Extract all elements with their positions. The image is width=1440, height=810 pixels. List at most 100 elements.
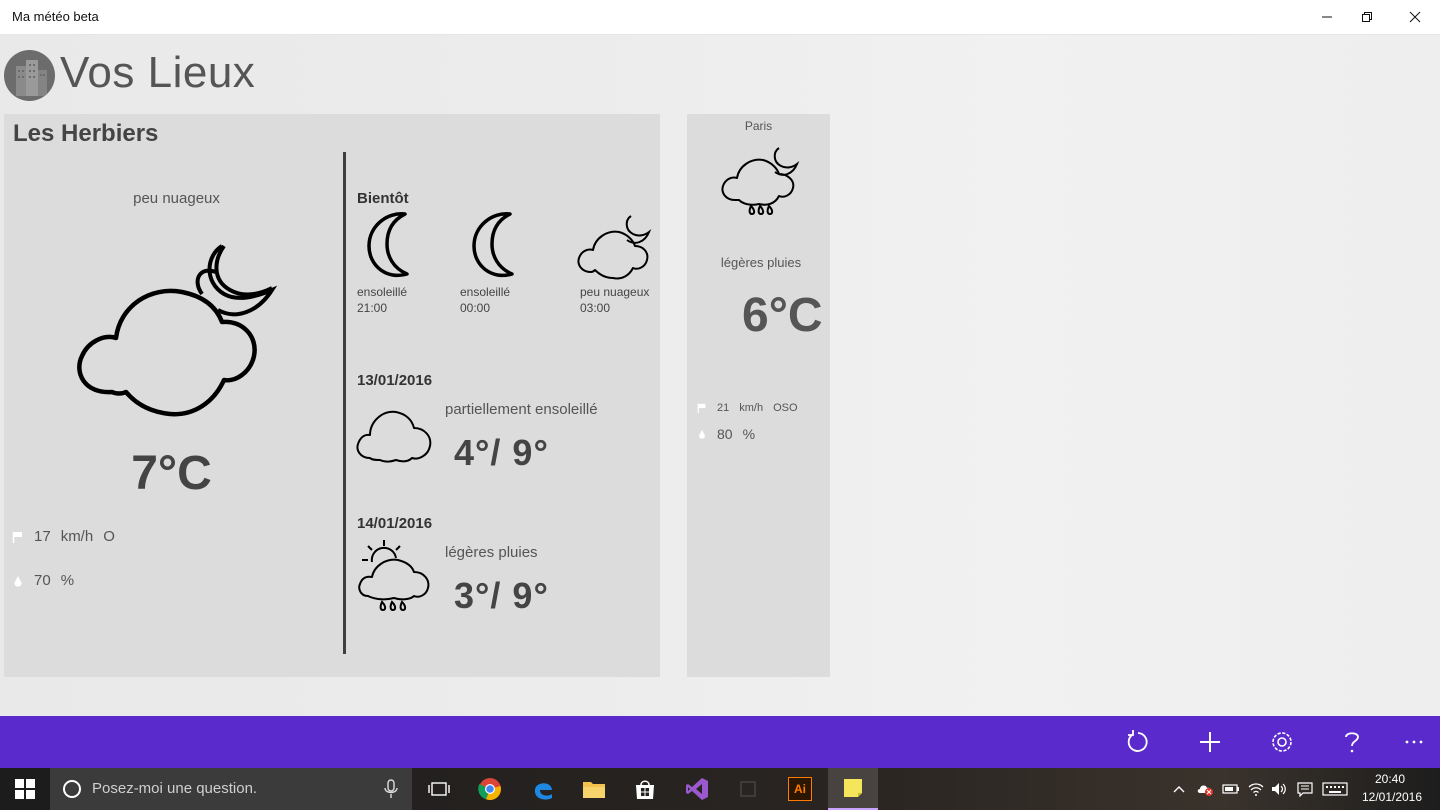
illustrator-icon: Ai bbox=[788, 777, 812, 801]
paris-description: légères pluies bbox=[720, 255, 802, 270]
file-explorer-button[interactable] bbox=[569, 768, 619, 810]
file-explorer-icon bbox=[583, 782, 605, 798]
store-icon bbox=[636, 780, 654, 799]
microphone-icon[interactable] bbox=[384, 779, 398, 799]
forecast-day-description: légères pluies bbox=[445, 544, 538, 561]
title-bar: Ma météo beta bbox=[0, 0, 1440, 35]
wind-unit: km/h bbox=[60, 528, 94, 545]
sticky-notes-icon bbox=[844, 779, 862, 797]
cloud-moon-icon bbox=[577, 215, 652, 280]
current-temperature: 7°C bbox=[131, 447, 212, 500]
window-title: Ma météo beta bbox=[12, 9, 99, 24]
add-icon bbox=[1200, 732, 1220, 752]
location-card-main[interactable]: Les Herbiers peu nuageux 7°C 17 km/h O 7… bbox=[4, 114, 660, 677]
moon-icon bbox=[472, 212, 514, 278]
humidity-unit: % bbox=[60, 572, 75, 589]
start-button[interactable] bbox=[0, 768, 50, 810]
clock-time[interactable]: 20:40 bbox=[1360, 772, 1420, 786]
forecast-description: ensoleillé bbox=[460, 285, 511, 299]
illustrator-button[interactable]: Ai bbox=[775, 768, 825, 810]
forecast-day-temps: 3°/ 9° bbox=[454, 575, 549, 616]
task-view-button[interactable] bbox=[414, 768, 464, 810]
location-card-paris[interactable]: Paris légères pluies 6°C 21 km/h OSO 80 … bbox=[687, 114, 830, 677]
app-bar bbox=[0, 716, 1440, 768]
wind-row: 17 km/h O bbox=[12, 528, 115, 545]
sun-cloud-rain-icon bbox=[358, 540, 430, 612]
battery-icon[interactable] bbox=[1222, 781, 1240, 797]
cloud-moon-rain-icon bbox=[721, 147, 800, 216]
keyboard-icon[interactable] bbox=[1322, 781, 1348, 797]
drop-icon bbox=[14, 575, 22, 586]
forecast-day-date: 14/01/2016 bbox=[357, 515, 433, 532]
wind-unit: km/h bbox=[739, 402, 764, 414]
cortana-search-box[interactable]: Posez-moi une question. bbox=[50, 768, 412, 810]
restore-icon bbox=[1362, 12, 1372, 22]
wind-speed: 21 bbox=[717, 402, 730, 414]
help-button[interactable] bbox=[1322, 716, 1382, 768]
humidity-row: 70 % bbox=[12, 572, 74, 589]
store-button[interactable] bbox=[620, 768, 670, 810]
windows-icon bbox=[15, 779, 35, 799]
cloud-icon bbox=[356, 410, 432, 463]
flag-icon bbox=[12, 531, 22, 543]
cloud-sync-icon[interactable] bbox=[1196, 781, 1214, 797]
visual-studio-icon bbox=[686, 778, 708, 800]
wind-direction: OSO bbox=[773, 402, 798, 414]
close-button[interactable] bbox=[1392, 0, 1438, 34]
flag-icon bbox=[697, 403, 706, 413]
clock-date[interactable]: 12/01/2016 bbox=[1360, 790, 1424, 804]
refresh-button[interactable] bbox=[1108, 716, 1168, 768]
moon-icon bbox=[367, 212, 409, 278]
edge-button[interactable] bbox=[518, 768, 568, 810]
chrome-button[interactable] bbox=[465, 768, 515, 810]
minimize-icon bbox=[1322, 16, 1332, 18]
forecast-description: peu nuageux bbox=[580, 285, 650, 299]
task-view-icon bbox=[428, 782, 450, 796]
taskbar: Posez-moi une question. Ai 20:40 12/01/2… bbox=[0, 768, 1440, 810]
cortana-icon bbox=[63, 780, 81, 798]
close-icon bbox=[1409, 11, 1421, 23]
soon-label: Bientôt bbox=[357, 190, 409, 207]
cloud-moon-icon bbox=[77, 244, 278, 417]
wind-speed: 17 bbox=[34, 528, 51, 545]
refresh-icon bbox=[1127, 730, 1148, 752]
restore-button[interactable] bbox=[1344, 0, 1390, 34]
app-button[interactable] bbox=[723, 768, 773, 810]
chrome-icon bbox=[478, 778, 501, 801]
wind-direction: O bbox=[103, 528, 115, 545]
sticky-notes-button[interactable] bbox=[828, 768, 878, 810]
edge-icon bbox=[534, 783, 552, 800]
drop-icon bbox=[699, 429, 705, 439]
chevron-up-icon[interactable] bbox=[1170, 781, 1188, 797]
volume-icon[interactable] bbox=[1270, 781, 1288, 797]
wifi-icon[interactable] bbox=[1247, 781, 1265, 797]
settings-icon bbox=[1272, 732, 1292, 752]
add-button[interactable] bbox=[1180, 716, 1240, 768]
places-logo-icon bbox=[4, 50, 55, 101]
app-icon bbox=[740, 781, 756, 797]
settings-button[interactable] bbox=[1252, 716, 1312, 768]
search-placeholder: Posez-moi une question. bbox=[92, 780, 258, 797]
action-center-icon[interactable] bbox=[1296, 781, 1314, 797]
divider bbox=[343, 152, 346, 654]
humidity-row: 80 % bbox=[697, 426, 755, 442]
humidity-value: 70 bbox=[34, 572, 51, 589]
paris-temperature: 6°C bbox=[742, 289, 823, 342]
humidity-unit: % bbox=[742, 426, 756, 442]
forecast-time: 03:00 bbox=[580, 301, 611, 315]
forecast-time: 21:00 bbox=[357, 301, 388, 315]
help-icon bbox=[1345, 732, 1359, 753]
more-button[interactable] bbox=[1384, 716, 1440, 768]
forecast-day-temps: 4°/ 9° bbox=[454, 432, 549, 473]
more-icon bbox=[1405, 740, 1423, 744]
forecast-description: ensoleillé bbox=[357, 285, 408, 299]
current-description: peu nuageux bbox=[133, 190, 220, 207]
city-name: Paris bbox=[744, 119, 773, 133]
page-title: Vos Lieux bbox=[60, 48, 256, 97]
humidity-value: 80 bbox=[717, 426, 733, 442]
forecast-time: 00:00 bbox=[460, 301, 491, 315]
forecast-day-description: partiellement ensoleillé bbox=[445, 401, 598, 418]
city-name: Les Herbiers bbox=[13, 120, 159, 147]
forecast-day-date: 13/01/2016 bbox=[357, 372, 433, 389]
visual-studio-button[interactable] bbox=[672, 768, 722, 810]
